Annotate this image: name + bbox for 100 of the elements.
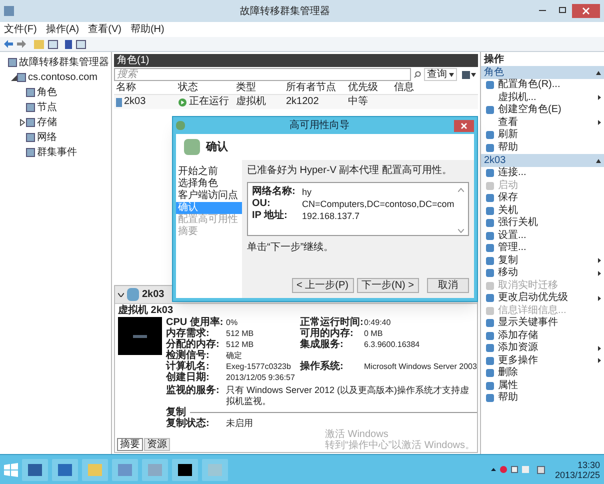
section-header[interactable]: 2k03 bbox=[481, 154, 604, 167]
close-button[interactable] bbox=[454, 120, 474, 132]
submenu-arrow-icon bbox=[598, 346, 601, 351]
field-label: 内存需求: bbox=[166, 328, 210, 339]
field-label: 创建日期: bbox=[166, 372, 210, 383]
column-header[interactable]: 优先级 bbox=[346, 83, 392, 93]
dialog-button[interactable]: 取消 bbox=[427, 278, 469, 293]
tree-node-icon bbox=[26, 118, 35, 127]
save-query-button[interactable] bbox=[460, 68, 478, 81]
section-header[interactable]: 角色 bbox=[481, 66, 604, 79]
dialog-button[interactable]: 下一步(N) > bbox=[356, 278, 419, 293]
submenu-arrow-icon bbox=[598, 258, 601, 264]
pane-icon bbox=[48, 40, 58, 48]
scroll-down-icon[interactable] bbox=[458, 229, 464, 233]
wizard-step[interactable]: 选择角色 bbox=[176, 178, 242, 190]
action-item[interactable]: 刷新 bbox=[481, 129, 604, 142]
column-header[interactable]: 名称 bbox=[114, 83, 176, 93]
action-item[interactable]: 关机 bbox=[481, 204, 604, 217]
tree-item[interactable]: 故障转移群集管理器 bbox=[19, 58, 109, 68]
menu-item[interactable]: 帮助(H) bbox=[130, 24, 164, 34]
action-item[interactable]: 管理... bbox=[481, 242, 604, 254]
menu-item[interactable]: 文件(F) bbox=[4, 24, 37, 34]
pane-header: 角色(1) bbox=[114, 54, 478, 67]
field-value: 192.168.137.7 bbox=[302, 210, 361, 222]
search-field[interactable]: 搜索 bbox=[114, 68, 411, 81]
close-button[interactable] bbox=[572, 4, 600, 18]
dropdown-caret-icon[interactable] bbox=[449, 72, 454, 76]
action-item[interactable]: 帮助 bbox=[481, 392, 604, 404]
field-value: 0% bbox=[226, 317, 239, 328]
query-button[interactable]: 查询 bbox=[424, 68, 457, 81]
column-header[interactable]: 所有者节点 bbox=[284, 83, 346, 93]
tree-item[interactable]: 存储 bbox=[37, 118, 57, 128]
collapse-caret-icon[interactable] bbox=[596, 158, 601, 162]
tab[interactable]: 摘要 bbox=[117, 438, 143, 451]
collapse-icon[interactable] bbox=[118, 292, 124, 296]
cluster-wizard-icon bbox=[184, 139, 200, 155]
clock-date[interactable]: 2013/12/25 bbox=[554, 470, 600, 480]
tree-item[interactable]: 节点 bbox=[37, 102, 57, 112]
tree-item[interactable]: 群集事件 bbox=[37, 148, 77, 158]
tree-item[interactable]: 角色 bbox=[37, 88, 57, 98]
vm-screen-thumbnail bbox=[118, 317, 162, 355]
submenu-arrow-icon bbox=[598, 95, 601, 100]
action-item[interactable]: 强行关机 bbox=[481, 217, 604, 230]
action-item[interactable]: 更多操作 bbox=[481, 354, 604, 367]
action-item[interactable]: 移动 bbox=[481, 267, 604, 280]
field-value: CN=Computers,DC=contoso,DC=com bbox=[302, 198, 456, 210]
action-item[interactable]: 保存 bbox=[481, 192, 604, 204]
dropdown-caret-icon[interactable] bbox=[471, 72, 476, 76]
menu-item[interactable]: 查看(V) bbox=[88, 24, 122, 34]
menu-item[interactable]: 操作(A) bbox=[46, 24, 80, 34]
field-value: 0:49:40 bbox=[364, 317, 392, 328]
action-item[interactable]: 帮助 bbox=[481, 142, 604, 154]
action-item[interactable]: 显示关键事件 bbox=[481, 317, 604, 330]
action-item[interactable]: 创建空角色(E) bbox=[481, 104, 604, 116]
column-header[interactable]: 状态 bbox=[176, 83, 234, 93]
action-item[interactable]: 查看 bbox=[481, 116, 604, 129]
table-row[interactable]: 2k03 正在运行 虚拟机 2k1202 中等 bbox=[114, 95, 478, 109]
back-icon[interactable] bbox=[4, 40, 13, 48]
wizard-step[interactable]: 开始之前 bbox=[176, 166, 242, 178]
tree-node-icon bbox=[17, 73, 26, 82]
action-item[interactable]: 删除 bbox=[481, 367, 604, 380]
scroll-up-icon[interactable] bbox=[458, 188, 464, 192]
table-cell: 虚拟机 bbox=[236, 97, 266, 107]
column-header[interactable]: 类型 bbox=[234, 83, 284, 93]
action-item[interactable]: 连接... bbox=[481, 167, 604, 180]
field-label: OU: bbox=[252, 198, 272, 210]
vm-icon bbox=[116, 98, 122, 106]
field-value: 确定 bbox=[226, 350, 243, 361]
action-item[interactable]: 添加存储 bbox=[481, 330, 604, 342]
vm-heading: 虚拟机 2k03 bbox=[117, 305, 174, 317]
start-icon[interactable] bbox=[4, 462, 18, 476]
expanded-arrow-icon[interactable] bbox=[10, 74, 16, 80]
search-icon[interactable] bbox=[414, 71, 421, 78]
pane-icon bbox=[76, 40, 86, 48]
intro-text: 已准备好为 Hyper-V 副本代理 配置高可用性。 bbox=[247, 165, 454, 177]
field-label: 网络名称: bbox=[252, 186, 296, 198]
action-item[interactable]: 添加资源 bbox=[481, 342, 604, 354]
action-item[interactable]: 更改启动优先级 bbox=[481, 292, 604, 304]
forward-icon[interactable] bbox=[17, 40, 26, 48]
tree-item[interactable]: cs.contoso.com bbox=[28, 72, 98, 82]
collapsed-arrow-icon[interactable] bbox=[20, 119, 25, 126]
activation-notice: 激活 Windows bbox=[324, 429, 388, 440]
action-item[interactable]: 虚拟机... bbox=[481, 92, 604, 104]
window-title: 故障转移群集管理器 bbox=[240, 4, 330, 18]
collapse-caret-icon[interactable] bbox=[596, 70, 601, 74]
wizard-step[interactable]: 客户端访问点 bbox=[176, 190, 242, 202]
field-value: 只有 Windows Server 2012 (以及更高版本)操作系统才支持虚拟机监视。 bbox=[226, 385, 470, 407]
action-item[interactable]: 设置... bbox=[481, 230, 604, 242]
instruction-text: 单击“下一步”继续。 bbox=[247, 242, 335, 254]
column-header[interactable]: 信息 bbox=[392, 83, 478, 93]
action-item[interactable]: 配置角色(R)... bbox=[481, 79, 604, 92]
action-icon bbox=[486, 81, 494, 90]
dialog-button[interactable]: < 上一步(P) bbox=[292, 278, 354, 293]
action-item[interactable]: 属性 bbox=[481, 380, 604, 392]
clock-time[interactable]: 13:30 bbox=[577, 460, 600, 470]
tray-arrow-icon[interactable] bbox=[490, 468, 496, 471]
action-item[interactable]: 复制 bbox=[481, 254, 604, 267]
tree-item[interactable]: 网络 bbox=[37, 132, 57, 142]
tab[interactable]: 资源 bbox=[144, 438, 170, 451]
taskbar-app-icon[interactable] bbox=[172, 458, 198, 480]
